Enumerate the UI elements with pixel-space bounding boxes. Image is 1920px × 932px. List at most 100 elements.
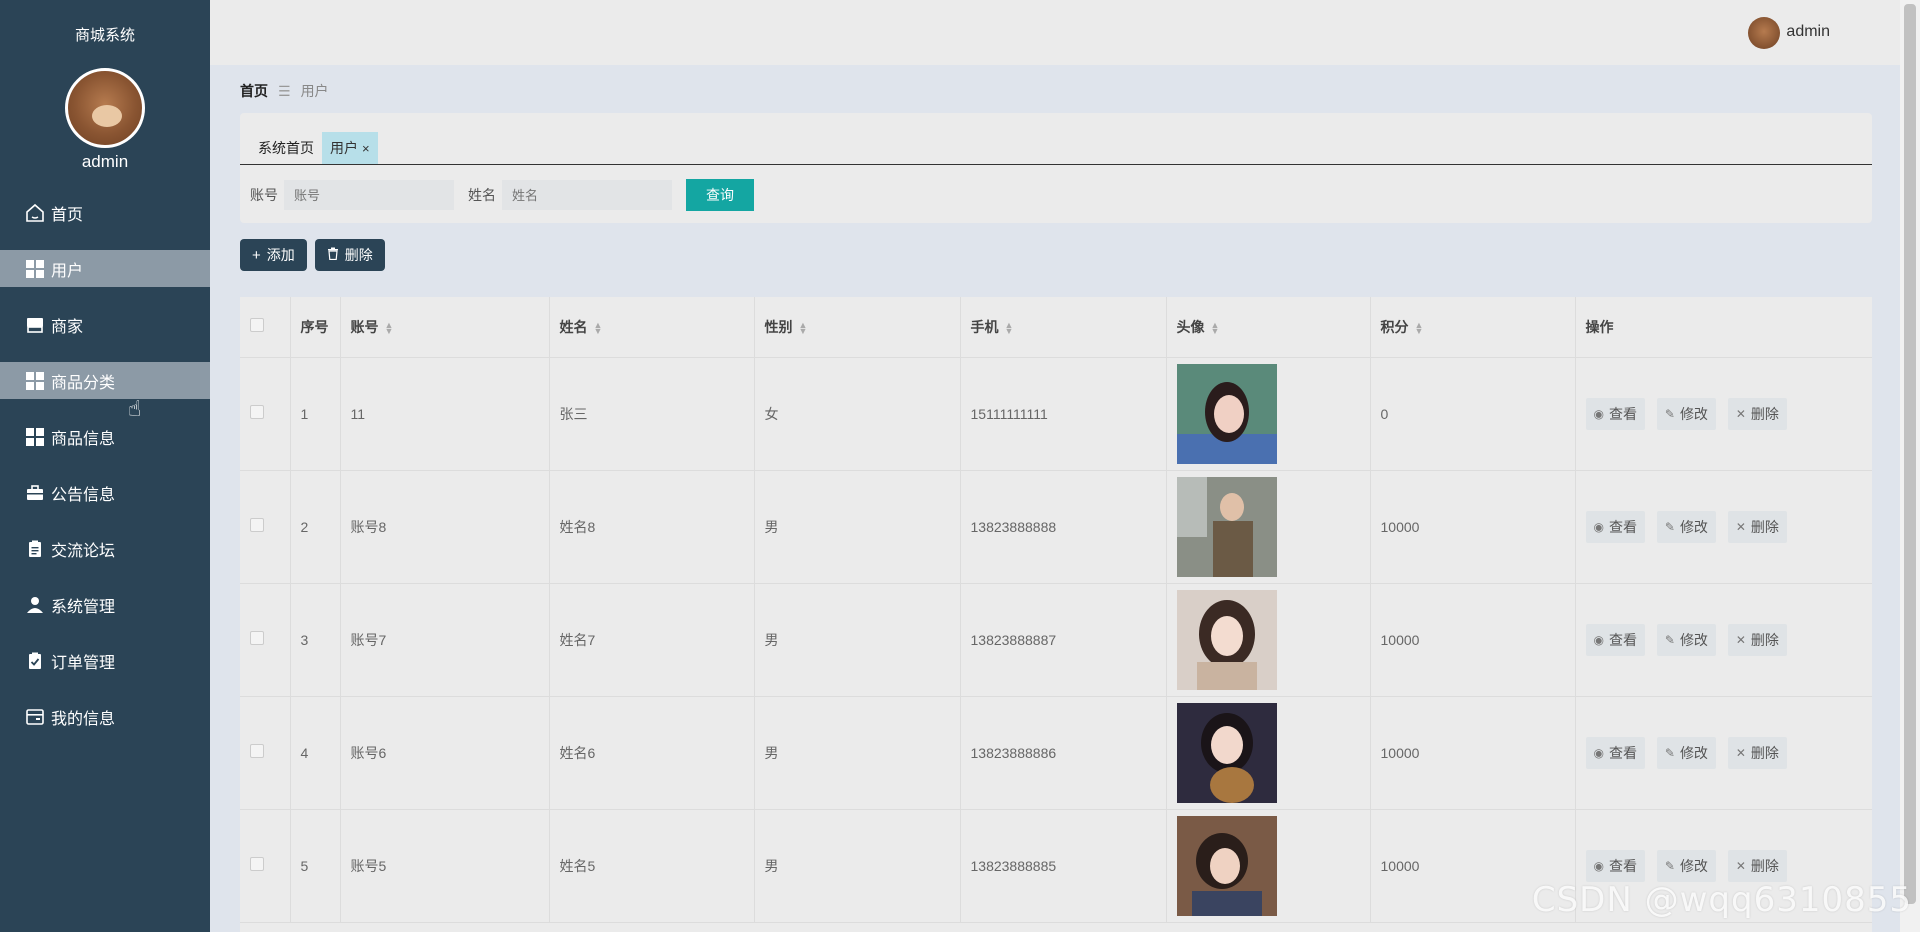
cell-points: 0 [1370, 357, 1576, 471]
person-icon [25, 595, 45, 615]
cell-name: 姓名8 [549, 470, 755, 584]
cell-actions: ◉ 查看 ✎ 修改 ✕ 删除 [1575, 696, 1872, 810]
view-button[interactable]: ◉ 查看 [1585, 397, 1645, 430]
briefcase-icon [25, 483, 45, 503]
watermark: CSDN @wqq6310855 [1531, 880, 1912, 920]
clipboard-check-icon [25, 651, 45, 671]
cell-name: 姓名5 [549, 809, 755, 923]
home-icon [25, 203, 45, 223]
delete-label: 删除 [1750, 857, 1779, 874]
sort-icon[interactable]: ▲ ▼ [799, 321, 808, 336]
column-header-index: 序号 [290, 297, 341, 358]
cell-index: 1 [290, 357, 341, 471]
view-button[interactable]: ◉ 查看 [1585, 849, 1645, 882]
cell-points: 10000 [1370, 696, 1576, 810]
row-delete-button[interactable]: ✕ 删除 [1727, 510, 1787, 543]
sidebar-item-orders[interactable]: 订单管理 [0, 642, 210, 679]
sort-icon[interactable]: ▲ ▼ [1415, 321, 1424, 336]
breadcrumb-home[interactable]: 首页 [240, 81, 268, 101]
add-button[interactable]: + 添加 [240, 239, 307, 271]
sidebar-item-users[interactable]: 用户 [0, 250, 210, 287]
column-header-name[interactable]: 姓名 ▲ ▼ [549, 297, 755, 358]
edit-button[interactable]: ✎ 修改 [1656, 397, 1716, 430]
table-row: 4 账号6 姓名6 男 13823888886 10000 ◉ 查看 ✎ 修改 ✕ 删… [240, 696, 1872, 810]
cell-phone: 13823888887 [960, 583, 1167, 697]
sidebar-item-merchants[interactable]: 商家 [0, 306, 210, 343]
sidebar-item-categories[interactable]: 商品分类 [0, 362, 210, 399]
row-checkbox[interactable] [250, 744, 264, 758]
cell-gender: 男 [754, 470, 961, 584]
column-header-gender[interactable]: 性别 ▲ ▼ [754, 297, 961, 358]
sort-icon[interactable]: ▲ ▼ [385, 321, 394, 336]
tab-home[interactable]: 系统首页 [250, 132, 322, 164]
table-header-row: 序号 账号 ▲ ▼ 姓名 ▲ ▼ 性别 ▲ ▼ 手机 ▲ ▼ 头像 ▲ ▼ 积分 ▲ ▼ 操作 [240, 297, 1872, 358]
sidebar-item-label: 首页 [51, 206, 84, 224]
row-checkbox[interactable] [250, 857, 264, 871]
sort-icon[interactable]: ▲ ▼ [1211, 321, 1220, 336]
vertical-scrollbar[interactable] [1900, 0, 1920, 932]
cell-avatar [1166, 696, 1371, 810]
column-header-avatar[interactable]: 头像 ▲ ▼ [1166, 297, 1371, 358]
edit-button[interactable]: ✎ 修改 [1656, 510, 1716, 543]
edit-button[interactable]: ✎ 修改 [1656, 736, 1716, 769]
column-header-actions: 操作 [1575, 297, 1872, 358]
row-checkbox[interactable] [250, 518, 264, 532]
cell-index: 5 [290, 809, 341, 923]
close-icon: ✕ [1735, 858, 1746, 873]
grid-icon [25, 371, 45, 391]
view-label: 查看 [1608, 744, 1637, 761]
grid-icon [25, 259, 45, 279]
column-header-account[interactable]: 账号 ▲ ▼ [340, 297, 550, 358]
name-input[interactable] [502, 180, 672, 210]
user-table: 序号 账号 ▲ ▼ 姓名 ▲ ▼ 性别 ▲ ▼ 手机 ▲ ▼ 头像 ▲ ▼ 积分 ▲ ▼ 操作 1 11… [240, 297, 1872, 932]
sidebar-item-profile[interactable]: 我的信息 [0, 698, 210, 735]
delete-button[interactable]: 删除 [314, 239, 385, 271]
account-input[interactable] [284, 180, 454, 210]
row-delete-button[interactable]: ✕ 删除 [1727, 397, 1787, 430]
sidebar-item-system[interactable]: 系统管理 [0, 586, 210, 623]
breadcrumb: 首页 ☰ 用户 [240, 81, 329, 101]
column-header-phone[interactable]: 手机 ▲ ▼ [960, 297, 1167, 358]
sort-icon[interactable]: ▲ ▼ [1005, 321, 1014, 336]
top-bar: admin [210, 0, 1900, 65]
row-checkbox[interactable] [250, 631, 264, 645]
shop-icon [25, 315, 45, 335]
column-header-points[interactable]: 积分 ▲ ▼ [1370, 297, 1576, 358]
edit-button[interactable]: ✎ 修改 [1656, 849, 1716, 882]
view-button[interactable]: ◉ 查看 [1585, 736, 1645, 769]
plus-icon: + [252, 246, 261, 264]
row-delete-button[interactable]: ✕ 删除 [1727, 736, 1787, 769]
cell-account: 账号7 [340, 583, 550, 697]
tab-bar: 系统首页 用户 × [240, 131, 1872, 165]
menu-icon: ☰ [278, 82, 291, 99]
delete-label: 删除 [1750, 744, 1779, 761]
account-label: 账号 [250, 187, 278, 203]
query-button[interactable]: 查询 [686, 179, 754, 211]
cell-phone: 13823888885 [960, 809, 1167, 923]
row-delete-button[interactable]: ✕ 删除 [1727, 849, 1787, 882]
header-username[interactable]: admin [1786, 23, 1830, 41]
view-button[interactable]: ◉ 查看 [1585, 623, 1645, 656]
sidebar-item-forum[interactable]: 交流论坛 [0, 530, 210, 567]
system-title: 商城系统 [74, 27, 135, 44]
view-button[interactable]: ◉ 查看 [1585, 510, 1645, 543]
edit-button[interactable]: ✎ 修改 [1656, 623, 1716, 656]
delete-label: 删除 [1750, 405, 1779, 422]
sidebar-item-products[interactable]: 商品信息 [0, 418, 210, 455]
tab-users[interactable]: 用户 × [322, 132, 378, 164]
row-delete-button[interactable]: ✕ 删除 [1727, 623, 1787, 656]
select-all-checkbox[interactable] [250, 318, 264, 333]
scrollbar-thumb[interactable] [1904, 4, 1916, 904]
header-label: 操作 [1585, 318, 1614, 335]
edit-label: 修改 [1679, 857, 1708, 874]
row-checkbox[interactable] [250, 405, 264, 419]
sidebar-item-home[interactable]: 首页 [0, 194, 210, 231]
sidebar-item-label: 商品信息 [51, 430, 116, 448]
close-icon[interactable]: × [362, 141, 370, 156]
header-label: 账号 [350, 318, 379, 335]
row-select-cell [240, 470, 291, 584]
avatar[interactable] [1748, 17, 1780, 49]
sort-icon[interactable]: ▲ ▼ [594, 321, 603, 336]
sidebar-item-notices[interactable]: 公告信息 [0, 474, 210, 511]
cell-index: 4 [290, 696, 341, 810]
